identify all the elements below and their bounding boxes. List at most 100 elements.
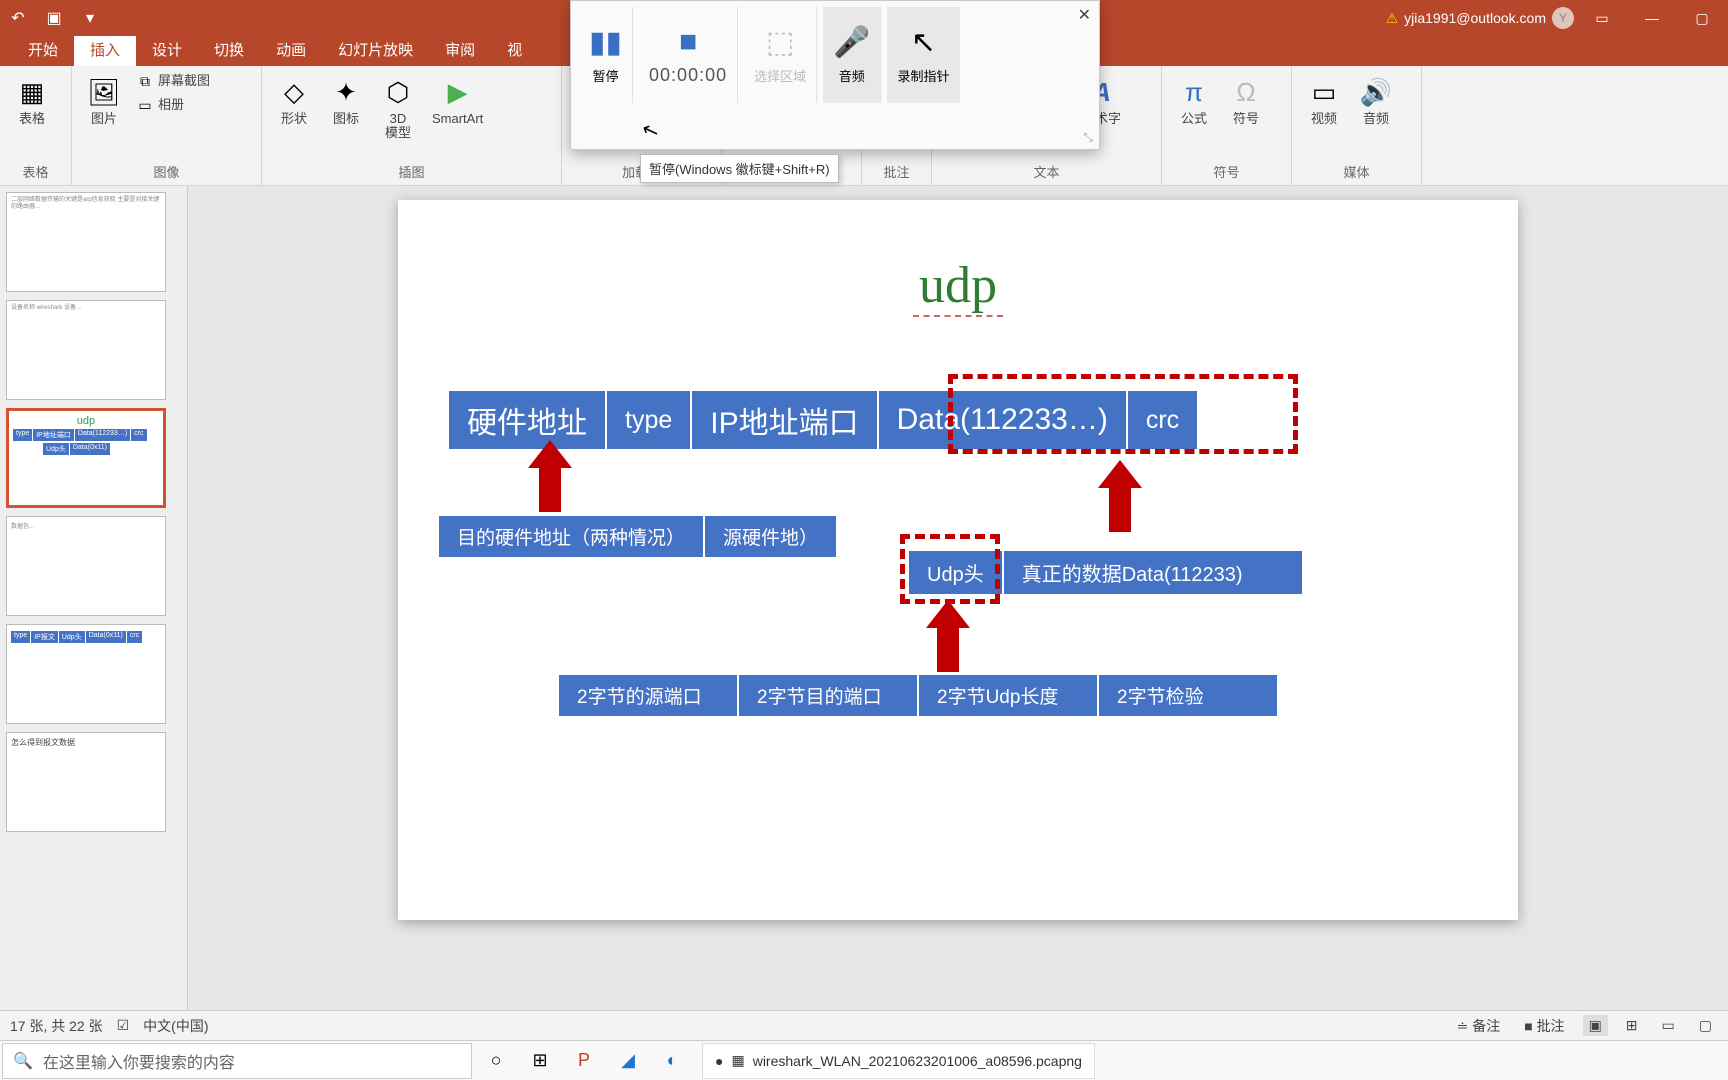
3dmodel-button[interactable]: ⬡3D 模型: [374, 70, 422, 145]
icons-button[interactable]: ✦图标: [322, 70, 370, 130]
table-icon: ▦: [14, 74, 50, 110]
dropdown-icon[interactable]: ▾: [76, 4, 104, 32]
packet-cell[interactable]: 2字节的源端口: [558, 674, 738, 717]
ribbon-display-icon[interactable]: ▭: [1580, 0, 1624, 36]
close-icon[interactable]: ✕: [1078, 5, 1091, 25]
undo-icon[interactable]: ↶: [4, 4, 32, 32]
notes-button[interactable]: ≐ 备注: [1451, 1014, 1507, 1038]
user-email[interactable]: yjia1991@outlook.com: [1404, 10, 1546, 26]
packet-cell[interactable]: type: [606, 390, 691, 450]
arrow-up-icon[interactable]: [1098, 460, 1142, 532]
thumbnail-slide[interactable]: 数据包...: [6, 516, 166, 616]
packet-row-4[interactable]: 2字节的源端口 2字节目的端口 2字节Udp长度 2字节检验: [558, 674, 1278, 717]
arrow-up-icon[interactable]: [528, 440, 572, 512]
spellcheck-icon[interactable]: ☑: [117, 1017, 130, 1034]
thumbnail-slide[interactable]: 怎么得到报文数据: [6, 732, 166, 832]
slideshow-view-icon[interactable]: ▢: [1693, 1015, 1718, 1036]
tab-slideshow[interactable]: 幻灯片放映: [322, 33, 429, 66]
comments-button[interactable]: ■ 批注: [1518, 1014, 1570, 1038]
slide-canvas[interactable]: udp 硬件地址 type IP地址端口 Data(112233…) crc 目…: [398, 200, 1518, 920]
tab-transition[interactable]: 切换: [198, 33, 260, 66]
video-icon: ▭: [1306, 74, 1342, 110]
maximize-icon[interactable]: ▢: [1680, 0, 1724, 36]
powerpoint-taskbar-icon[interactable]: P: [564, 1043, 604, 1079]
omega-icon: Ω: [1228, 74, 1264, 110]
speaker-icon: 🔊: [1358, 74, 1394, 110]
slide-thumbnails[interactable]: 二层网络数据传输的关键是arp信息获取 主要是对接关键的路由器... 设备名称 …: [0, 186, 188, 1010]
group-label-text: 文本: [940, 162, 1153, 183]
album-button[interactable]: ▭相册: [132, 94, 214, 116]
thumbnail-slide-selected[interactable]: udp typeIP地址端口Data(112233…)crc Udp头Data(…: [6, 408, 166, 508]
table-button[interactable]: ▦表格: [8, 70, 56, 130]
video-button[interactable]: ▭视频: [1300, 70, 1348, 130]
tab-design[interactable]: 设计: [136, 33, 198, 66]
packet-cell[interactable]: 目的硬件地址（两种情况）: [438, 515, 704, 558]
slideshow-icon[interactable]: ▣: [40, 4, 68, 32]
audio-button[interactable]: 🔊音频: [1352, 70, 1400, 130]
warning-icon: ⚠: [1386, 10, 1399, 27]
packet-cell[interactable]: 真正的数据Data(112233): [1003, 550, 1303, 595]
sorter-view-icon[interactable]: ⊞: [1620, 1015, 1644, 1036]
stop-icon: ■: [679, 25, 697, 59]
arrow-up-icon[interactable]: [926, 600, 970, 672]
slide-editor[interactable]: udp 硬件地址 type IP地址端口 Data(112233…) crc 目…: [188, 186, 1728, 1010]
equation-button[interactable]: π公式: [1170, 70, 1218, 130]
group-label-media: 媒体: [1300, 162, 1413, 183]
microphone-icon: 🎤: [833, 25, 870, 60]
cursor-icon: ↖: [911, 25, 936, 60]
taskview-icon[interactable]: ⊞: [520, 1043, 560, 1079]
packet-cell[interactable]: 硬件地址: [448, 390, 606, 450]
thumbnail-slide[interactable]: 设备名称 wireshark 设备...: [6, 300, 166, 400]
normal-view-icon[interactable]: ▣: [1583, 1015, 1608, 1036]
screenshot-icon: ⧉: [136, 72, 154, 90]
packet-cell[interactable]: 2字节Udp长度: [918, 674, 1098, 717]
app-taskbar-icon[interactable]: ◐: [652, 1043, 692, 1079]
shapes-icon: ◇: [276, 74, 312, 110]
stop-button[interactable]: ■ 00:00:00: [639, 7, 738, 103]
recording-timer: 00:00:00: [649, 65, 727, 86]
wireshark-taskbar-icon[interactable]: ◢: [608, 1043, 648, 1079]
packet-cell[interactable]: 2字节检验: [1098, 674, 1278, 717]
windows-search-input[interactable]: 🔍 在这里输入你要搜索的内容: [2, 1043, 472, 1079]
pause-button[interactable]: ▮▮ 暂停: [579, 7, 633, 103]
symbol-button[interactable]: Ω符号: [1222, 70, 1270, 130]
windows-taskbar: 🔍 在这里输入你要搜索的内容 ○ ⊞ P ◢ ◐ ● ▦ wireshark_W…: [0, 1040, 1728, 1080]
packet-cell[interactable]: 2字节目的端口: [738, 674, 918, 717]
minimize-icon[interactable]: —: [1630, 0, 1674, 36]
search-icon: 🔍: [13, 1051, 33, 1071]
shapes-button[interactable]: ◇形状: [270, 70, 318, 130]
slide-title[interactable]: udp: [913, 256, 1003, 317]
smartart-button[interactable]: ▶SmartArt: [426, 70, 489, 130]
tab-view[interactable]: 视: [491, 33, 538, 66]
thumbnail-slide[interactable]: typeIP报文Udp头Data(0x11)crc: [6, 624, 166, 724]
tab-animation[interactable]: 动画: [260, 33, 322, 66]
packet-row-2[interactable]: 目的硬件地址（两种情况） 源硬件地）: [438, 515, 837, 558]
cortana-icon[interactable]: ○: [476, 1043, 516, 1079]
picture-button[interactable]: 🖼图片: [80, 70, 128, 130]
taskbar-item-label: wireshark_WLAN_20210623201006_a08596.pca…: [753, 1053, 1082, 1069]
packet-cell[interactable]: IP地址端口: [691, 390, 877, 450]
packet-cell[interactable]: 源硬件地）: [704, 515, 837, 558]
taskbar-window-item[interactable]: ● ▦ wireshark_WLAN_20210623201006_a08596…: [702, 1043, 1095, 1079]
record-pointer-button[interactable]: ↖ 录制指针: [887, 7, 959, 103]
reading-view-icon[interactable]: ▭: [1656, 1015, 1681, 1036]
pause-tooltip: 暂停(Windows 徽标键+Shift+R): [640, 154, 839, 183]
screenshot-button[interactable]: ⧉屏幕截图: [132, 70, 214, 92]
thumbnail-slide[interactable]: 二层网络数据传输的关键是arp信息获取 主要是对接关键的路由器...: [6, 192, 166, 292]
tab-review[interactable]: 审阅: [429, 33, 491, 66]
picture-icon: 🖼: [86, 74, 122, 110]
group-label-table: 表格: [8, 162, 63, 183]
drag-handle-icon[interactable]: ⤡: [1083, 130, 1093, 145]
slide-counter: 17 张, 共 22 张: [10, 1016, 103, 1036]
language-indicator[interactable]: 中文(中国): [143, 1016, 208, 1036]
status-bar: 17 张, 共 22 张 ☑ 中文(中国) ≐ 备注 ■ 批注 ▣ ⊞ ▭ ▢: [0, 1010, 1728, 1040]
avatar[interactable]: Y: [1552, 7, 1574, 29]
highlight-box[interactable]: [948, 374, 1298, 454]
highlight-box[interactable]: [900, 534, 1000, 604]
tab-home[interactable]: 开始: [12, 33, 74, 66]
cube-icon: ⬡: [380, 74, 416, 110]
group-label-symbols: 符号: [1170, 162, 1283, 183]
smartart-icon: ▶: [440, 74, 476, 110]
tab-insert[interactable]: 插入: [74, 33, 136, 66]
audio-toggle-button[interactable]: 🎤 音频: [823, 7, 881, 103]
